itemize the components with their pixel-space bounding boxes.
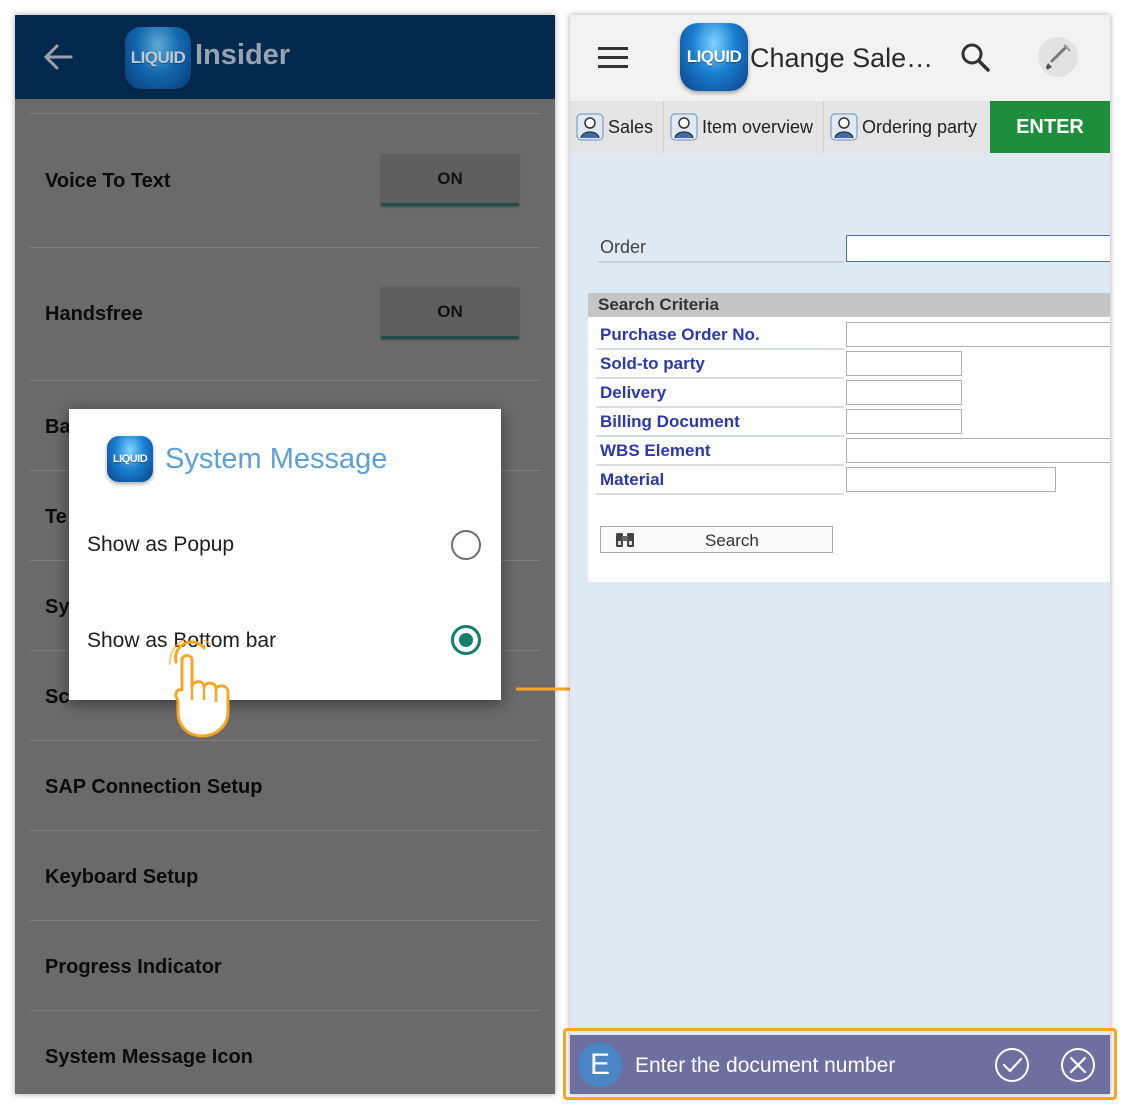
person-icon <box>576 113 604 141</box>
tab-sales[interactable]: Sales <box>570 101 664 153</box>
field-underline <box>596 464 844 466</box>
close-circle-icon[interactable] <box>1060 1047 1096 1083</box>
liquid-app-bar: LIQUID Change Sale… <box>570 15 1110 101</box>
setting-item-partial[interactable]: Sy <box>45 596 69 619</box>
person-icon <box>670 113 698 141</box>
order-input[interactable] <box>846 235 1110 262</box>
setting-keyboard-setup[interactable]: Keyboard Setup <box>45 866 198 889</box>
brush-button[interactable] <box>1038 37 1078 77</box>
field-underline <box>596 377 844 379</box>
setting-voice-to-text[interactable]: Voice To Text <box>45 170 171 193</box>
search-button-label: Search <box>705 531 759 550</box>
system-message-dialog: LIQUID System Message Show as Popup Show… <box>69 409 501 700</box>
row-divider <box>30 113 540 114</box>
search-criteria-header: Search Criteria <box>588 293 1110 317</box>
paintbrush-icon <box>1046 44 1071 70</box>
order-underline <box>598 261 844 263</box>
purchase-order-no-input[interactable] <box>846 322 1110 347</box>
search-criteria-panel: Search Criteria Purchase Order No. Sold-… <box>588 293 1110 582</box>
tab-item-overview[interactable]: Item overview <box>664 101 824 153</box>
field-underline <box>596 406 844 408</box>
message-type-badge: E <box>578 1043 622 1087</box>
change-sales-order-screen: LIQUID Change Sale… Sales Item overview … <box>570 15 1110 1094</box>
row-divider <box>30 247 540 248</box>
setting-sap-connection-setup[interactable]: SAP Connection Setup <box>45 776 262 799</box>
order-label: Order <box>600 237 647 257</box>
tab-ordering-party[interactable]: Ordering party <box>824 101 990 153</box>
tab-label: Item overview <box>702 116 814 137</box>
delivery-input[interactable] <box>846 380 962 405</box>
liquid-logo: LIQUID <box>107 436 153 482</box>
binoculars-icon <box>616 533 634 547</box>
wbs-element-input[interactable] <box>846 438 1110 463</box>
search-button[interactable]: Search <box>600 526 833 553</box>
bottom-bar-message: Enter the document number <box>635 1054 896 1077</box>
billing-document-label: Billing Document <box>600 412 740 431</box>
insider-app-bar: LIQUID Insider <box>15 15 555 99</box>
tab-label: Ordering party <box>862 116 978 137</box>
setting-system-message-icon[interactable]: System Message Icon <box>45 1046 253 1069</box>
system-message-bottom-bar: E Enter the document number <box>570 1035 1110 1094</box>
back-arrow-icon[interactable] <box>43 43 73 71</box>
tap-hand-icon <box>168 640 230 738</box>
option-show-as-popup[interactable]: Show as Popup <box>87 533 234 557</box>
enter-button[interactable]: ENTER <box>990 101 1110 153</box>
tab-label: Sales <box>608 116 654 137</box>
dialog-title: System Message <box>165 443 388 475</box>
hamburger-menu-icon[interactable] <box>598 47 628 69</box>
search-icon[interactable] <box>960 42 990 72</box>
row-divider <box>30 380 540 381</box>
sold-to-party-label: Sold-to party <box>600 354 705 373</box>
material-label: Material <box>600 470 665 489</box>
material-input[interactable] <box>846 467 1056 492</box>
sold-to-party-input[interactable] <box>846 351 962 376</box>
purchase-order-no-label: Purchase Order No. <box>600 325 760 344</box>
row-divider <box>30 920 540 921</box>
liquid-logo: LIQUID <box>680 23 748 91</box>
wbs-element-label: WBS Element <box>600 441 711 460</box>
setting-item-partial[interactable]: Ba <box>45 416 71 439</box>
field-underline <box>596 435 844 437</box>
app-title: Insider <box>195 39 291 71</box>
setting-progress-indicator[interactable]: Progress Indicator <box>45 956 222 979</box>
voice-to-text-toggle[interactable]: ON <box>381 154 519 206</box>
row-divider <box>30 1010 540 1011</box>
field-underline <box>596 348 844 350</box>
setting-item-partial[interactable]: Sc <box>45 686 69 709</box>
radio-show-as-bottom-bar[interactable] <box>451 625 481 655</box>
radio-show-as-popup[interactable] <box>451 530 481 560</box>
delivery-label: Delivery <box>600 383 667 402</box>
setting-item-partial[interactable]: Te <box>45 506 67 529</box>
check-circle-icon[interactable] <box>994 1047 1030 1083</box>
field-underline <box>596 493 844 495</box>
row-divider <box>30 830 540 831</box>
person-icon <box>830 113 858 141</box>
handsfree-toggle[interactable]: ON <box>381 287 519 339</box>
billing-document-input[interactable] <box>846 409 962 434</box>
setting-handsfree[interactable]: Handsfree <box>45 303 143 326</box>
liquid-logo: LIQUID <box>125 27 191 89</box>
row-divider <box>30 740 540 741</box>
screen-title: Change Sale… <box>750 43 934 73</box>
